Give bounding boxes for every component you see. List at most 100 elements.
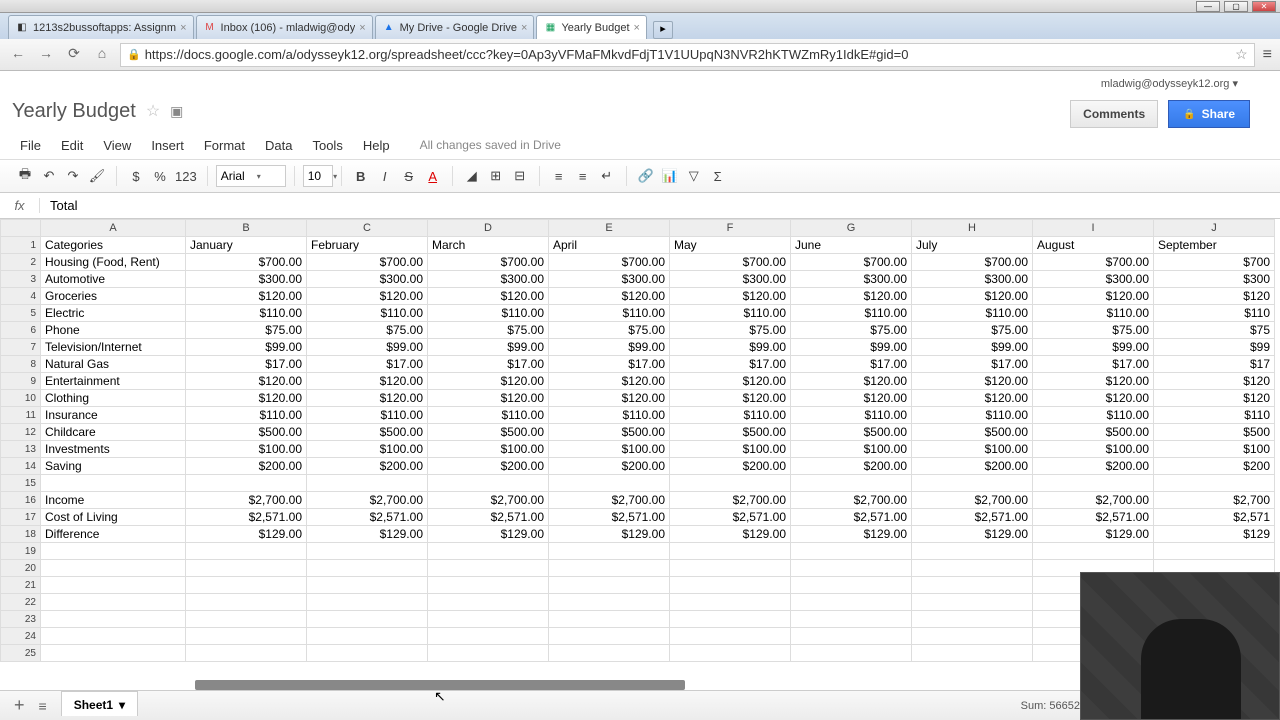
browser-tab[interactable]: ▲ My Drive - Google Drive × (375, 15, 535, 39)
cell[interactable]: $120.00 (1033, 373, 1154, 390)
cell[interactable]: $110.00 (912, 407, 1033, 424)
cell[interactable]: March (428, 237, 549, 254)
cell[interactable]: Cost of Living (41, 509, 186, 526)
row-header[interactable]: 13 (1, 441, 41, 458)
cell[interactable] (549, 475, 670, 492)
row-header[interactable]: 23 (1, 611, 41, 628)
cell[interactable]: $200.00 (912, 458, 1033, 475)
row-header[interactable]: 6 (1, 322, 41, 339)
comments-button[interactable]: Comments (1070, 100, 1158, 128)
fill-color-button[interactable]: ◢ (461, 164, 483, 188)
cell[interactable]: $500 (1154, 424, 1275, 441)
cell[interactable]: $17.00 (791, 356, 912, 373)
row-header[interactable]: 21 (1, 577, 41, 594)
menu-help[interactable]: Help (355, 136, 398, 155)
row-header[interactable]: 22 (1, 594, 41, 611)
cell[interactable]: $99 (1154, 339, 1275, 356)
window-close[interactable]: ✕ (1252, 1, 1276, 12)
cell[interactable]: $110.00 (549, 305, 670, 322)
new-tab-button[interactable]: ▸ (653, 21, 673, 39)
filter-button[interactable]: ▽ (683, 164, 705, 188)
cell[interactable]: $2,571.00 (1033, 509, 1154, 526)
cell[interactable]: $110.00 (307, 407, 428, 424)
cell[interactable] (307, 577, 428, 594)
document-title[interactable]: Yearly Budget (12, 100, 136, 123)
strikethrough-button[interactable]: S (398, 164, 420, 188)
cell[interactable] (912, 560, 1033, 577)
cell[interactable]: $17 (1154, 356, 1275, 373)
cell[interactable] (670, 560, 791, 577)
cell[interactable] (186, 475, 307, 492)
cell[interactable]: $200.00 (1033, 458, 1154, 475)
row-header[interactable]: 2 (1, 254, 41, 271)
cell[interactable]: $500.00 (307, 424, 428, 441)
cell[interactable]: $75.00 (307, 322, 428, 339)
cell[interactable]: $500.00 (186, 424, 307, 441)
address-bar[interactable]: 🔒 https://docs.google.com/a/odysseyk12.o… (120, 43, 1255, 67)
cell[interactable]: $17.00 (307, 356, 428, 373)
sum-status[interactable]: Sum: 56652 (1021, 700, 1080, 712)
window-maximize[interactable]: ▢ (1224, 1, 1248, 12)
column-header[interactable]: J (1154, 220, 1275, 237)
cell[interactable]: $200.00 (791, 458, 912, 475)
cell[interactable]: $2,700.00 (912, 492, 1033, 509)
cell[interactable]: $110.00 (912, 305, 1033, 322)
cell[interactable]: $700.00 (670, 254, 791, 271)
cell[interactable]: Investments (41, 441, 186, 458)
share-button[interactable]: 🔒 Share (1168, 100, 1250, 128)
cell[interactable]: $200.00 (549, 458, 670, 475)
cell[interactable]: $300 (1154, 271, 1275, 288)
cell[interactable] (41, 645, 186, 662)
cell[interactable] (791, 475, 912, 492)
cell[interactable] (670, 475, 791, 492)
cell[interactable]: $700 (1154, 254, 1275, 271)
cell[interactable]: $120.00 (186, 288, 307, 305)
browser-tab-active[interactable]: ▦ Yearly Budget × (536, 15, 647, 39)
cell[interactable]: $120.00 (307, 373, 428, 390)
cell[interactable]: $200.00 (186, 458, 307, 475)
row-header[interactable]: 17 (1, 509, 41, 526)
cell[interactable]: January (186, 237, 307, 254)
column-header[interactable]: H (912, 220, 1033, 237)
cell[interactable]: Television/Internet (41, 339, 186, 356)
cell[interactable]: $120.00 (791, 390, 912, 407)
column-header[interactable]: I (1033, 220, 1154, 237)
cell[interactable]: $2,571.00 (791, 509, 912, 526)
cell[interactable]: $100 (1154, 441, 1275, 458)
column-header[interactable]: F (670, 220, 791, 237)
cell[interactable]: $110.00 (428, 407, 549, 424)
column-header[interactable]: E (549, 220, 670, 237)
cell[interactable]: $75.00 (186, 322, 307, 339)
close-icon[interactable]: × (634, 22, 640, 34)
cell[interactable]: $129.00 (428, 526, 549, 543)
menu-view[interactable]: View (95, 136, 139, 155)
cell[interactable]: $129.00 (912, 526, 1033, 543)
cell[interactable]: Housing (Food, Rent) (41, 254, 186, 271)
cell[interactable]: September (1154, 237, 1275, 254)
cell[interactable]: $129.00 (307, 526, 428, 543)
cell[interactable]: $99.00 (912, 339, 1033, 356)
cell[interactable]: $500.00 (912, 424, 1033, 441)
cell[interactable]: Entertainment (41, 373, 186, 390)
cell[interactable]: $110.00 (549, 407, 670, 424)
cell[interactable] (186, 594, 307, 611)
cell[interactable]: $75.00 (791, 322, 912, 339)
close-icon[interactable]: × (359, 22, 365, 34)
row-header[interactable]: 10 (1, 390, 41, 407)
cell[interactable] (1154, 475, 1275, 492)
cell[interactable] (670, 645, 791, 662)
cell[interactable] (912, 475, 1033, 492)
cell[interactable]: $100.00 (912, 441, 1033, 458)
menu-insert[interactable]: Insert (143, 136, 192, 155)
row-header[interactable]: 8 (1, 356, 41, 373)
cell[interactable] (549, 645, 670, 662)
cell[interactable]: $300.00 (670, 271, 791, 288)
cell[interactable]: $200.00 (670, 458, 791, 475)
cell[interactable] (428, 628, 549, 645)
row-header[interactable]: 7 (1, 339, 41, 356)
cell[interactable]: $120.00 (1033, 390, 1154, 407)
cell[interactable] (549, 611, 670, 628)
cell[interactable]: $17.00 (670, 356, 791, 373)
cell[interactable]: $700.00 (186, 254, 307, 271)
cell[interactable]: $100.00 (307, 441, 428, 458)
